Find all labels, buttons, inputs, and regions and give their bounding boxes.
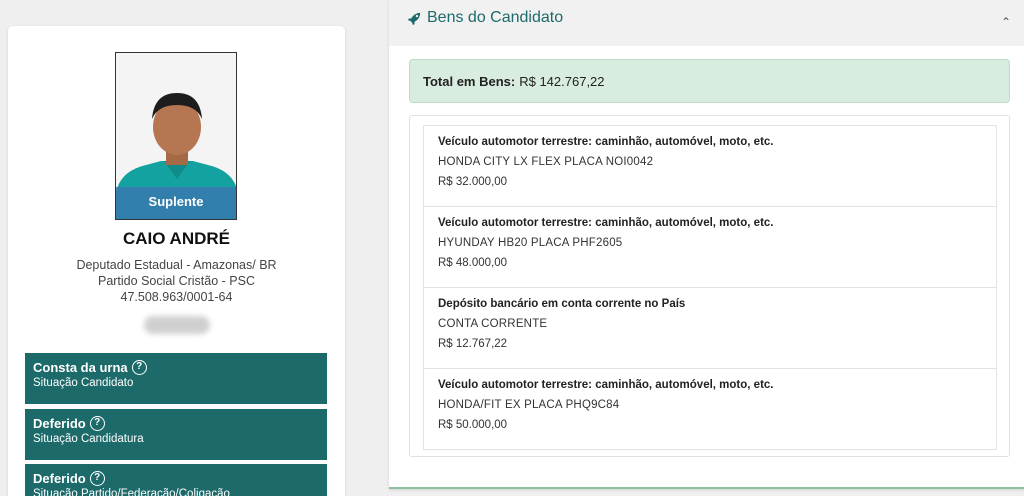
help-icon[interactable]: ?: [131, 360, 147, 375]
total-assets-value: R$ 142.767,22: [519, 73, 605, 89]
assets-panel-header[interactable]: Bens do Candidato ⌃: [389, 0, 1024, 46]
candidate-office: Deputado Estadual - Amazonas/ BR: [76, 258, 277, 272]
asset-description: HYUNDAY HB20 PLACA PHF2605: [438, 237, 623, 249]
status-subtitle: Situação Partido/Federação/Coligação: [33, 488, 230, 496]
asset-type: Depósito bancário em conta corrente no P…: [438, 298, 686, 310]
candidate-card: Suplente CAIO ANDRÉ Deputado Estadual - …: [8, 26, 345, 496]
asset-description: HONDA/FIT EX PLACA PHQ9C84: [438, 399, 620, 411]
status-box-candidacy: Deferido ? Situação Candidatura: [25, 409, 327, 460]
help-icon[interactable]: ?: [89, 471, 105, 486]
asset-type: Veículo automotor terrestre: caminhão, a…: [438, 136, 774, 148]
status-subtitle: Situação Candidato: [33, 377, 134, 389]
candidate-photo: Suplente: [115, 52, 237, 220]
status-title: Deferido: [33, 471, 86, 486]
asset-value: R$ 12.767,22: [438, 338, 508, 350]
blurred-number: [144, 316, 210, 334]
asset-item: Veículo automotor terrestre: caminhão, a…: [423, 368, 997, 450]
chevron-up-icon[interactable]: ⌃: [1001, 15, 1011, 29]
status-subtitle: Situação Candidatura: [33, 433, 144, 445]
candidate-party: Partido Social Cristão - PSC: [97, 274, 255, 288]
asset-item: Depósito bancário em conta corrente no P…: [423, 287, 997, 369]
substitute-badge: Suplente: [116, 187, 236, 219]
asset-value: R$ 32.000,00: [438, 176, 508, 188]
assets-list: Veículo automotor terrestre: caminhão, a…: [409, 115, 1010, 457]
asset-type: Veículo automotor terrestre: caminhão, a…: [438, 217, 774, 229]
asset-item: Veículo automotor terrestre: caminhão, a…: [423, 125, 997, 207]
rocket-icon: [408, 12, 421, 25]
asset-type: Veículo automotor terrestre: caminhão, a…: [438, 379, 774, 391]
asset-value: R$ 50.000,00: [438, 419, 508, 431]
candidate-name: CAIO ANDRÉ: [122, 229, 231, 248]
candidate-cnpj: 47.508.963/0001-64: [120, 290, 233, 304]
total-assets-label: Total em Bens:: [423, 73, 516, 89]
status-title: Consta da urna: [33, 360, 128, 375]
status-box-candidate: Consta da urna ? Situação Candidato: [25, 353, 327, 404]
total-assets-box: Total em Bens: R$ 142.767,22: [409, 59, 1010, 103]
asset-value: R$ 48.000,00: [438, 257, 508, 269]
status-title: Deferido: [33, 416, 86, 431]
asset-description: CONTA CORRENTE: [438, 318, 548, 330]
assets-panel: Bens do Candidato ⌃ Total em Bens: R$ 14…: [389, 0, 1024, 489]
status-box-party: Deferido ? Situação Partido/Federação/Co…: [25, 464, 327, 496]
asset-description: HONDA CITY LX FLEX PLACA NOI0042: [438, 156, 654, 168]
asset-item: Veículo automotor terrestre: caminhão, a…: [423, 206, 997, 288]
assets-panel-title: Bens do Candidato: [427, 9, 564, 26]
help-icon[interactable]: ?: [89, 416, 105, 431]
